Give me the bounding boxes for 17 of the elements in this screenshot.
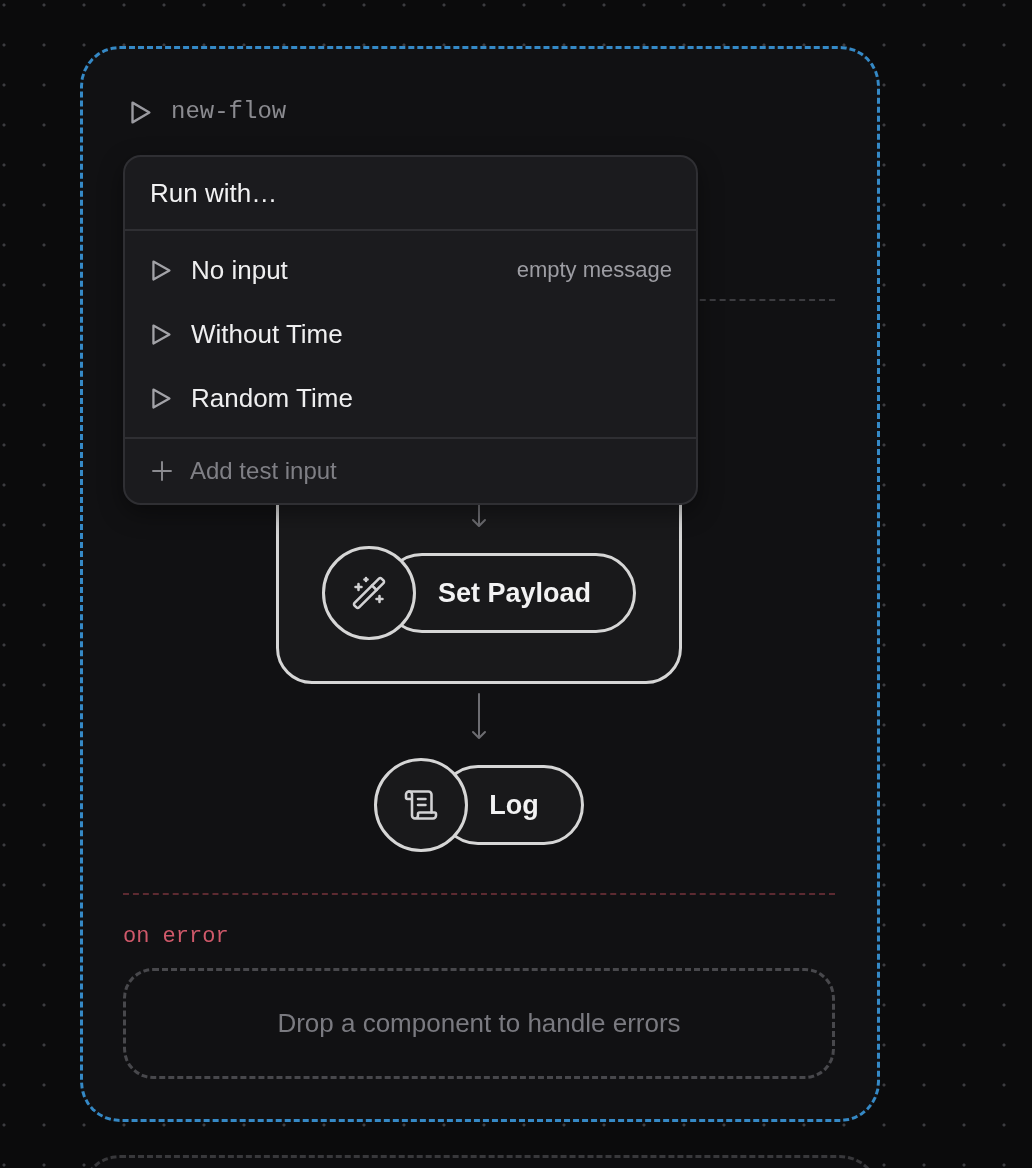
menu-item[interactable]: Without Time xyxy=(125,302,696,366)
plus-icon xyxy=(152,461,172,481)
step-node[interactable]: Set Payload xyxy=(321,546,637,640)
play-icon xyxy=(152,259,171,281)
flow-title: new-flow xyxy=(171,98,287,126)
menu-title: Run with… xyxy=(150,177,278,209)
step-node[interactable]: Log xyxy=(374,758,584,852)
menu-item[interactable]: Random Time xyxy=(125,366,696,430)
connector-arrow xyxy=(471,693,487,740)
add-test-input-button[interactable]: Add test input xyxy=(125,439,696,503)
menu-item[interactable]: No input empty message xyxy=(125,238,696,302)
play-icon[interactable] xyxy=(131,100,151,124)
play-icon xyxy=(152,387,171,409)
error-section-label: on error xyxy=(123,923,229,951)
item-hint: empty message xyxy=(516,257,672,283)
error-drop-zone[interactable]: Drop a component to handle errors xyxy=(123,968,835,1079)
play-icon xyxy=(152,323,171,345)
